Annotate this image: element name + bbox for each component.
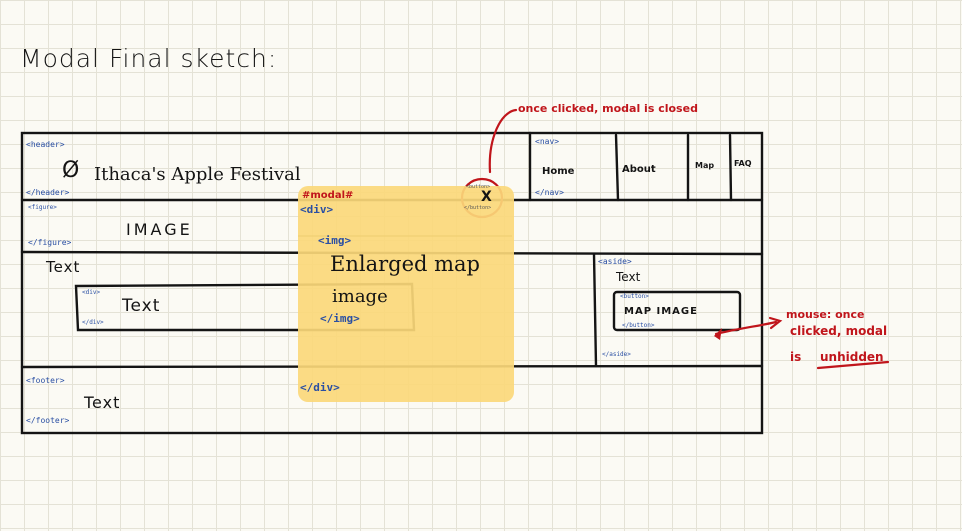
footer-text: Text xyxy=(84,393,121,412)
open-note-line-3: is xyxy=(790,350,802,364)
modal-img-open-tag: <img> xyxy=(318,234,352,247)
close-note-arrow xyxy=(488,108,518,174)
site-title: Ithaca's Apple Festival xyxy=(94,164,301,185)
close-button-close-tag: </button> xyxy=(464,205,492,211)
aside-open-tag: <aside> xyxy=(598,257,632,266)
map-image-button[interactable]: MAP IMAGE xyxy=(624,306,698,317)
nav-item-faq[interactable]: FAQ xyxy=(734,159,752,168)
open-note-line-1: mouse: once xyxy=(786,308,865,321)
modal-sticky-note xyxy=(298,186,514,402)
main-div-text: Text xyxy=(122,296,161,316)
nav-close-tag: </nav> xyxy=(535,188,564,197)
figure-image-label: IMAGE xyxy=(126,220,193,239)
aside-button-close-tag: </button> xyxy=(622,322,655,329)
nav-divider-1 xyxy=(614,133,620,202)
nav-divider-3 xyxy=(728,133,733,202)
figure-open-tag: <figure> xyxy=(28,204,57,211)
modal-id-label: #modal# xyxy=(302,190,354,201)
open-note-arrow xyxy=(714,320,778,336)
open-note-line-2: clicked, modal xyxy=(790,324,888,338)
modal-div-close-tag: </div> xyxy=(300,381,340,394)
nav-item-home[interactable]: Home xyxy=(542,166,574,177)
footer-open-tag: <footer> xyxy=(26,376,65,385)
main-div-open-tag: <div> xyxy=(82,289,101,296)
footer-close-tag: </footer> xyxy=(26,416,70,425)
main-text: Text xyxy=(46,258,81,276)
modal-img-close-tag: </img> xyxy=(320,312,360,325)
aside-button-open-tag: <button> xyxy=(620,293,649,300)
logo-icon: Ø xyxy=(62,158,80,183)
header-open-tag: <header> xyxy=(26,140,65,149)
aside-left-border xyxy=(592,252,598,368)
nav-open-tag: <nav> xyxy=(535,137,560,146)
header-close-tag: </header> xyxy=(26,188,70,197)
modal-div-open-tag: <div> xyxy=(300,203,334,216)
close-note: once clicked, modal is closed xyxy=(518,102,698,115)
aside-text: Text xyxy=(616,270,641,284)
modal-img-text-1: Enlarged map xyxy=(330,252,480,276)
open-note-line-4: unhidden xyxy=(820,350,884,364)
figure-close-tag: </figure> xyxy=(28,238,72,247)
nav-item-map[interactable]: Map xyxy=(695,161,714,170)
nav-item-about[interactable]: About xyxy=(622,164,656,175)
main-div-close-tag: </div> xyxy=(82,319,104,326)
close-icon[interactable]: X xyxy=(481,189,492,205)
aside-close-tag: </aside> xyxy=(602,351,631,358)
modal-img-text-2: image xyxy=(332,286,388,307)
